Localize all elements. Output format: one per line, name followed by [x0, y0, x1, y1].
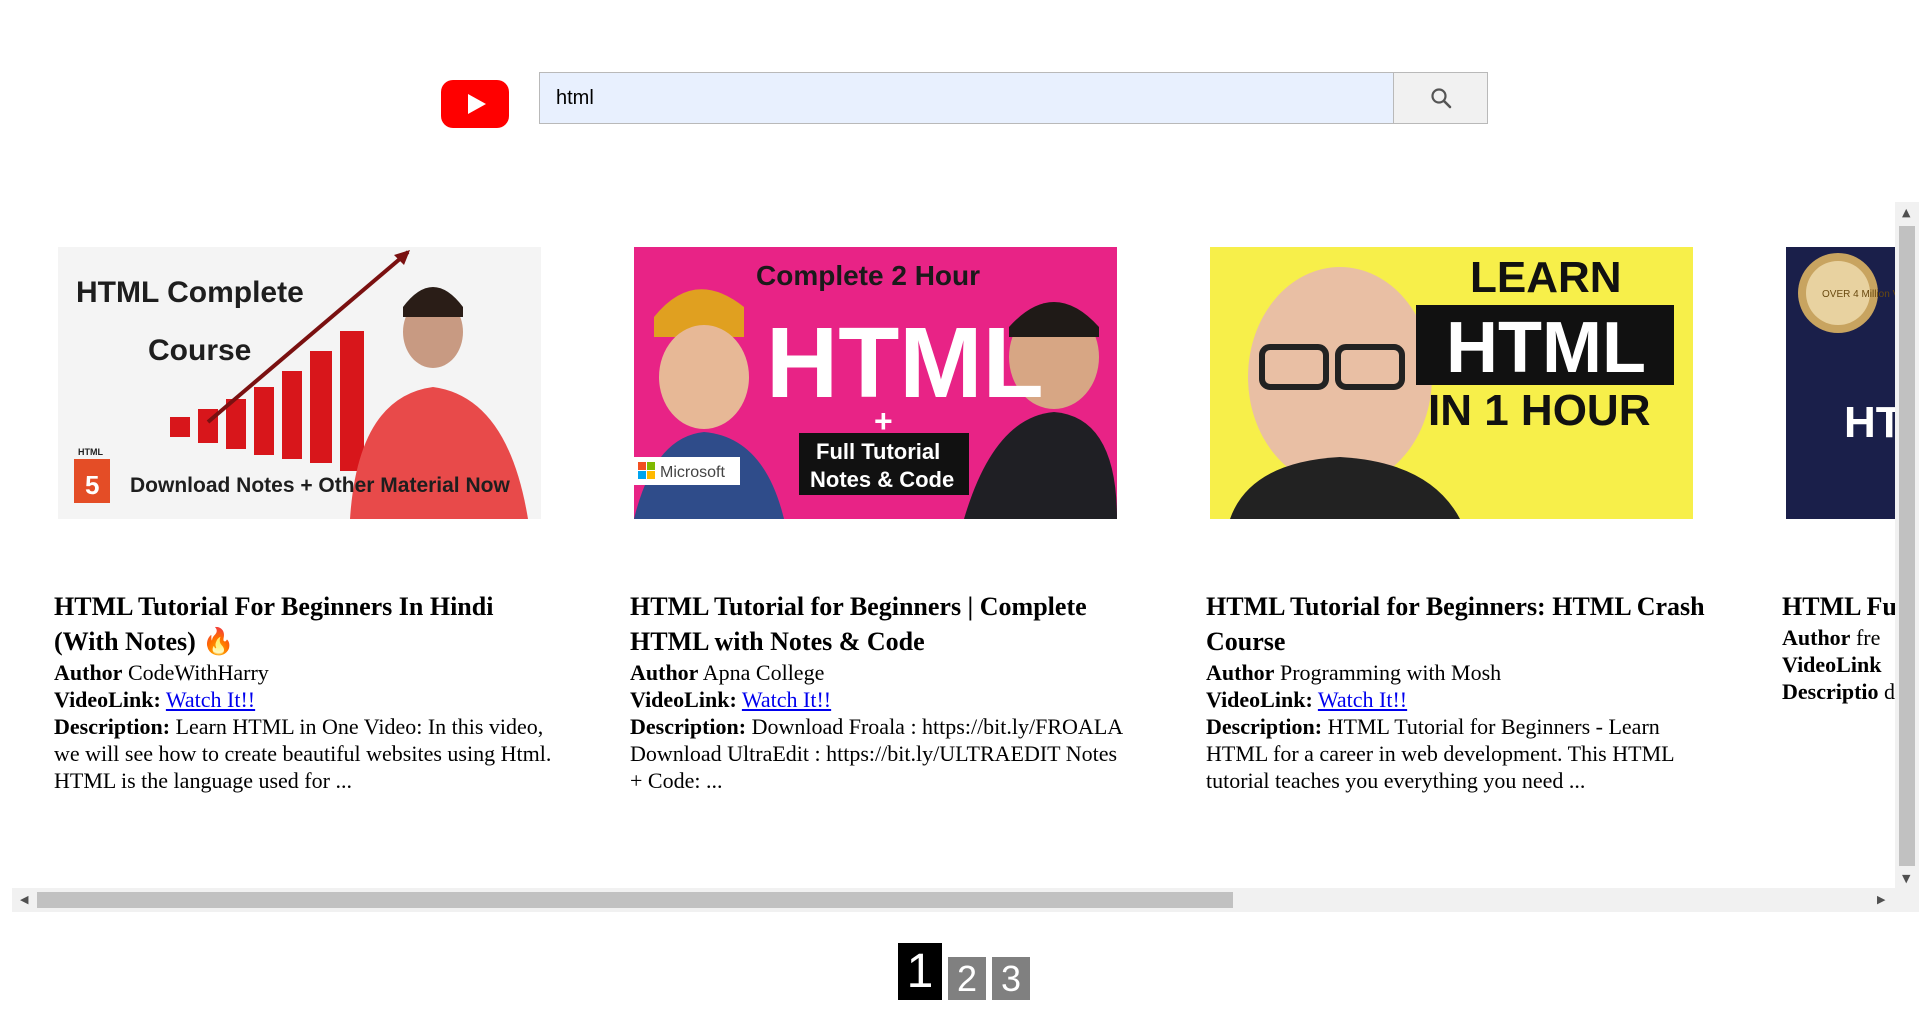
thumbnail-text: IN 1 HOUR: [1428, 386, 1650, 435]
svg-text:5: 5: [85, 470, 99, 500]
videolink-line: VideoLink: Watch It!!: [54, 686, 554, 713]
videolink-line: VideoLink: [1782, 651, 1895, 678]
author-label: Author: [1782, 625, 1851, 650]
video-info: HTML Tutorial for Beginners: HTML Crash …: [1206, 589, 1706, 794]
thumbnail-text: Microsoft: [660, 464, 725, 481]
vertical-scrollbar-thumb[interactable]: [1899, 226, 1915, 866]
author-name: fre: [1855, 625, 1881, 650]
video-thumbnail[interactable]: HTML Complete Course HTML 5 Download Not…: [58, 247, 541, 519]
page-1-button[interactable]: 1: [898, 943, 942, 1000]
video-title[interactable]: HTML Tutorial for Beginners | Complete H…: [630, 589, 1130, 659]
description: Description: Download Froala : https://b…: [630, 713, 1130, 794]
thumbnail-text: Full Tutorial: [816, 439, 940, 464]
description-label: Descriptio: [1782, 679, 1879, 704]
scroll-right-arrow-icon[interactable]: ▶: [1877, 893, 1885, 906]
search-button[interactable]: [1394, 72, 1488, 124]
results-scroller[interactable]: HTML Complete Course HTML 5 Download Not…: [12, 202, 1919, 912]
author-line: Author fre: [1782, 624, 1895, 651]
thumbnail-text: Notes & Code: [810, 467, 954, 492]
video-thumbnail[interactable]: LEARN HTML IN 1 HOUR: [1210, 247, 1693, 519]
thumbnail-text: Course: [148, 334, 251, 367]
video-info: HTML Tutorial for Beginners | Complete H…: [630, 589, 1130, 794]
page-3-button[interactable]: 3: [992, 957, 1030, 1000]
author-name: Programming with Mosh: [1279, 660, 1502, 685]
video-thumbnail[interactable]: Complete 2 Hour HTML + Full Tutorial Not…: [634, 247, 1117, 519]
pagination: 1 2 3: [898, 943, 1030, 1000]
watch-link[interactable]: Watch It!!: [1318, 687, 1407, 712]
video-thumbnail[interactable]: OVER 4 Million VIEWS HT: [1786, 247, 1895, 519]
author-line: Author CodeWithHarry: [54, 659, 554, 686]
thumbnail-text: LEARN: [1470, 253, 1622, 302]
thumbnail-text: HTML: [78, 447, 103, 457]
horizontal-scrollbar-thumb[interactable]: [37, 892, 1233, 908]
description: Description: HTML Tutorial for Beginners…: [1206, 713, 1706, 794]
author-line: Author Apna College: [630, 659, 1130, 686]
video-title[interactable]: HTML Tutorial For Beginners In Hindi (Wi…: [54, 589, 554, 659]
video-title[interactable]: HTML Tutorial for Beginners: HTML Crash …: [1206, 589, 1706, 659]
search-input[interactable]: [539, 72, 1394, 124]
videolink-label: VideoLink: [1782, 652, 1882, 677]
author-name: CodeWithHarry: [127, 660, 269, 685]
description: Descriptio developmen Want more: [1782, 678, 1895, 705]
description-label: Description:: [1206, 714, 1323, 739]
thumbnail-text: Complete 2 Hour: [756, 260, 980, 291]
page-2-button[interactable]: 2: [948, 957, 986, 1000]
watch-link[interactable]: Watch It!!: [166, 687, 255, 712]
search-icon: [1430, 88, 1451, 109]
thumbnail-text: HT: [1844, 398, 1895, 447]
scroll-up-arrow-icon[interactable]: ▲: [1902, 206, 1910, 219]
youtube-logo-icon[interactable]: [441, 80, 509, 128]
thumbnail-text: HTML: [1446, 308, 1646, 388]
scroll-left-arrow-icon[interactable]: ◀: [20, 893, 28, 906]
vertical-scrollbar[interactable]: ▲ ▼: [1895, 202, 1919, 890]
videolink-line: VideoLink: Watch It!!: [1206, 686, 1706, 713]
results-viewport: HTML Complete Course HTML 5 Download Not…: [12, 202, 1895, 890]
video-title[interactable]: HTML Fu Tutorial: [1782, 589, 1895, 624]
author-label: Author: [1206, 660, 1275, 685]
video-info: HTML Fu Tutorial Author fre VideoLink De…: [1782, 589, 1895, 705]
author-label: Author: [630, 660, 699, 685]
videolink-label: VideoLink:: [54, 687, 161, 712]
watch-link[interactable]: Watch It!!: [742, 687, 831, 712]
video-info: HTML Tutorial For Beginners In Hindi (Wi…: [54, 589, 554, 794]
videolink-label: VideoLink:: [630, 687, 737, 712]
scroll-down-arrow-icon[interactable]: ▼: [1902, 872, 1910, 885]
thumbnail-text: HTML: [766, 307, 1044, 419]
thumbnail-text: HTML Complete: [76, 276, 304, 309]
author-line: Author Programming with Mosh: [1206, 659, 1706, 686]
author-label: Author: [54, 660, 123, 685]
description: Description: Learn HTML in One Video: In…: [54, 713, 554, 794]
author-name: Apna College: [702, 660, 825, 685]
thumbnail-text: OVER 4 Million VIEWS: [1822, 289, 1895, 300]
description-text: developmen Want more: [1884, 679, 1895, 704]
description-label: Description:: [630, 714, 747, 739]
videolink-line: VideoLink: Watch It!!: [630, 686, 1130, 713]
thumbnail-text: Download Notes + Other Material Now: [130, 474, 510, 497]
videolink-label: VideoLink:: [1206, 687, 1313, 712]
horizontal-scrollbar[interactable]: ◀ ▶: [12, 888, 1919, 912]
description-label: Description:: [54, 714, 171, 739]
search-bar: [539, 72, 1488, 124]
